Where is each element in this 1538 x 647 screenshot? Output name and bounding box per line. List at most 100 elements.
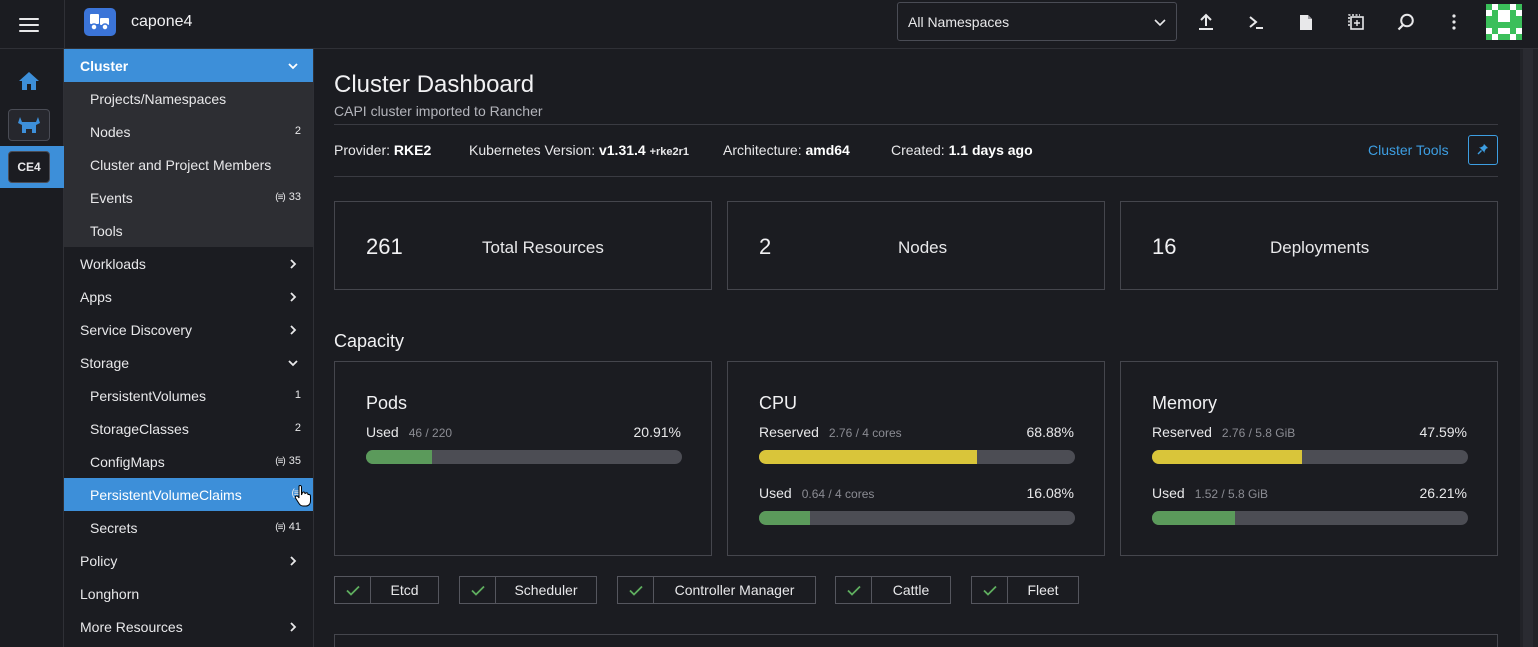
chevron-right-icon <box>287 290 299 302</box>
nav-group-policy[interactable]: Policy <box>64 544 313 577</box>
nav-item-count-wrap: (≡) 35 <box>275 455 301 467</box>
used-bar-fill <box>366 450 433 464</box>
namespace-select[interactable]: All Namespaces <box>897 2 1177 41</box>
nav-item-label: PersistentVolumes <box>90 387 206 404</box>
divider <box>334 124 1498 125</box>
check-icon <box>618 577 654 603</box>
rancher-logo-icon[interactable] <box>8 109 50 141</box>
nav-group-label: Workloads <box>80 255 146 272</box>
created-value: 1.1 days ago <box>948 142 1033 158</box>
chevron-right-icon <box>287 257 299 269</box>
cluster-tools-link[interactable]: Cluster Tools <box>1368 142 1449 158</box>
nav-group-service-discovery[interactable]: Service Discovery <box>64 313 313 346</box>
architecture-meta: Architecture: amd64 <box>723 142 850 158</box>
namespaced-icon: (≡) <box>275 191 285 203</box>
cluster-name: capone4 <box>131 13 193 30</box>
top-bar: capone4 All Namespaces <box>0 0 1538 49</box>
nav-item-nodes[interactable]: Nodes 2 <box>64 115 313 148</box>
check-icon <box>335 577 371 603</box>
avatar[interactable] <box>1486 4 1522 40</box>
nav-item-storageclasses[interactable]: StorageClasses 2 <box>64 412 313 445</box>
reserved-bar-fill <box>759 450 977 464</box>
cluster-badge[interactable]: CE4 <box>8 151 50 183</box>
pin-button[interactable] <box>1468 135 1498 165</box>
nav-item-label: Events <box>90 189 133 206</box>
k8s-suffix: +rke2r1 <box>649 146 690 158</box>
nav-item-label: StorageClasses <box>90 420 189 437</box>
stat-card-nodes[interactable]: 2 Nodes <box>727 201 1105 290</box>
used-percent: 20.91% <box>633 424 681 440</box>
chevron-down-icon <box>287 59 299 71</box>
cluster-logo-icon <box>84 8 116 36</box>
stat-card-total-resources[interactable]: 261 Total Resources <box>334 201 712 290</box>
arch-label: Architecture: <box>723 142 802 158</box>
reserved-detail: 2.76 / 5.8 GiB <box>1221 426 1296 440</box>
chevron-down-icon <box>1154 14 1166 30</box>
component-status-cattle: Cattle <box>835 576 951 604</box>
search-icon[interactable] <box>1388 4 1424 40</box>
nav-item-label: ConfigMaps <box>90 453 165 470</box>
nav-item-count: 41 <box>288 521 301 533</box>
nav-group-apps[interactable]: Apps <box>64 280 313 313</box>
nav-item-persistentvolumes[interactable]: PersistentVolumes 1 <box>64 379 313 412</box>
nav-item-configmaps[interactable]: ConfigMaps (≡) 35 <box>64 445 313 478</box>
capacity-name: Memory <box>1152 393 1218 413</box>
cluster-submenu: Projects/Namespaces Nodes 2 Cluster and … <box>64 82 313 247</box>
nav-item-tools[interactable]: Tools <box>64 214 313 247</box>
used-row-label: Used 46 / 220 <box>366 424 452 440</box>
stat-label: Deployments <box>1270 238 1370 257</box>
nav-item-label: Secrets <box>90 519 138 536</box>
nav-item-count: 2 <box>294 422 301 434</box>
nav-item-count: 2 <box>294 125 301 137</box>
stat-card-deployments[interactable]: 16 Deployments <box>1120 201 1498 290</box>
nav-group-storage[interactable]: Storage <box>64 346 313 379</box>
used-bar <box>1152 511 1468 525</box>
copy-kubeconfig-icon[interactable] <box>1338 4 1374 40</box>
kubernetes-version-meta: Kubernetes Version: v1.31.4 +rke2r1 <box>469 142 689 158</box>
capacity-card-memory: Memory Reserved 2.76 / 5.8 GiB 47.59% Use… <box>1120 361 1498 556</box>
scrollbar-thumb[interactable] <box>1523 49 1533 647</box>
nav-item-secrets[interactable]: Secrets (≡) 41 <box>64 511 313 544</box>
divider <box>64 0 65 49</box>
check-icon <box>972 577 1008 603</box>
chevron-down-icon <box>287 356 299 368</box>
namespaced-icon: (≡) <box>275 455 285 467</box>
used-bar-fill <box>759 511 810 525</box>
nav-group-more-resources[interactable]: More Resources <box>64 610 313 643</box>
nav-item-projects-namespaces[interactable]: Projects/Namespaces <box>64 82 313 115</box>
nav-group-label: Storage <box>80 354 130 371</box>
upload-icon[interactable] <box>1188 4 1224 40</box>
nav-group-label: Apps <box>80 288 112 305</box>
side-nav: Cluster Projects/Namespaces Nodes 2 Clus… <box>64 49 314 647</box>
nav-item-events[interactable]: Events (≡) 33 <box>64 181 313 214</box>
nav-group-workloads[interactable]: Workloads <box>64 247 313 280</box>
page-title: Cluster Dashboard <box>334 71 535 98</box>
kubeconfig-file-icon[interactable] <box>1288 4 1324 40</box>
stat-value: 2 <box>759 234 772 259</box>
used-label: Used <box>1152 485 1185 501</box>
nav-item-persistentvolumeclaims[interactable]: PersistentVolumeClaims (≡) <box>64 478 313 511</box>
home-icon[interactable] <box>18 71 40 93</box>
reserved-row-label: Reserved 2.76 / 4 cores <box>759 424 902 440</box>
provider-value: RKE2 <box>393 142 432 158</box>
used-bar <box>759 511 1075 525</box>
reserved-label: Reserved <box>1152 424 1212 440</box>
capacity-name: CPU <box>759 393 798 413</box>
pin-icon <box>1477 142 1489 158</box>
menu-icon[interactable] <box>0 0 58 49</box>
stat-label: Nodes <box>898 238 948 257</box>
nav-item-count-wrap: (≡) 33 <box>275 191 301 203</box>
more-vertical-icon[interactable] <box>1436 4 1472 40</box>
cluster-rail: CE4 <box>0 49 64 647</box>
capacity-card-cpu: CPU Reserved 2.76 / 4 cores 68.88% Used 0.… <box>727 361 1105 556</box>
used-label: Used <box>759 485 792 501</box>
reserved-percent: 68.88% <box>1026 424 1074 440</box>
component-status-controller-manager: Controller Manager <box>617 576 816 604</box>
nav-group-cluster[interactable]: Cluster <box>64 49 313 82</box>
provider-label: Provider: <box>334 142 391 158</box>
nav-item-longhorn[interactable]: Longhorn <box>64 577 313 610</box>
used-percent: 26.21% <box>1419 485 1467 501</box>
used-row-label: Used 0.64 / 4 cores <box>759 485 874 501</box>
kubectl-shell-icon[interactable] <box>1238 4 1274 40</box>
nav-item-cluster-project-members[interactable]: Cluster and Project Members <box>64 148 313 181</box>
